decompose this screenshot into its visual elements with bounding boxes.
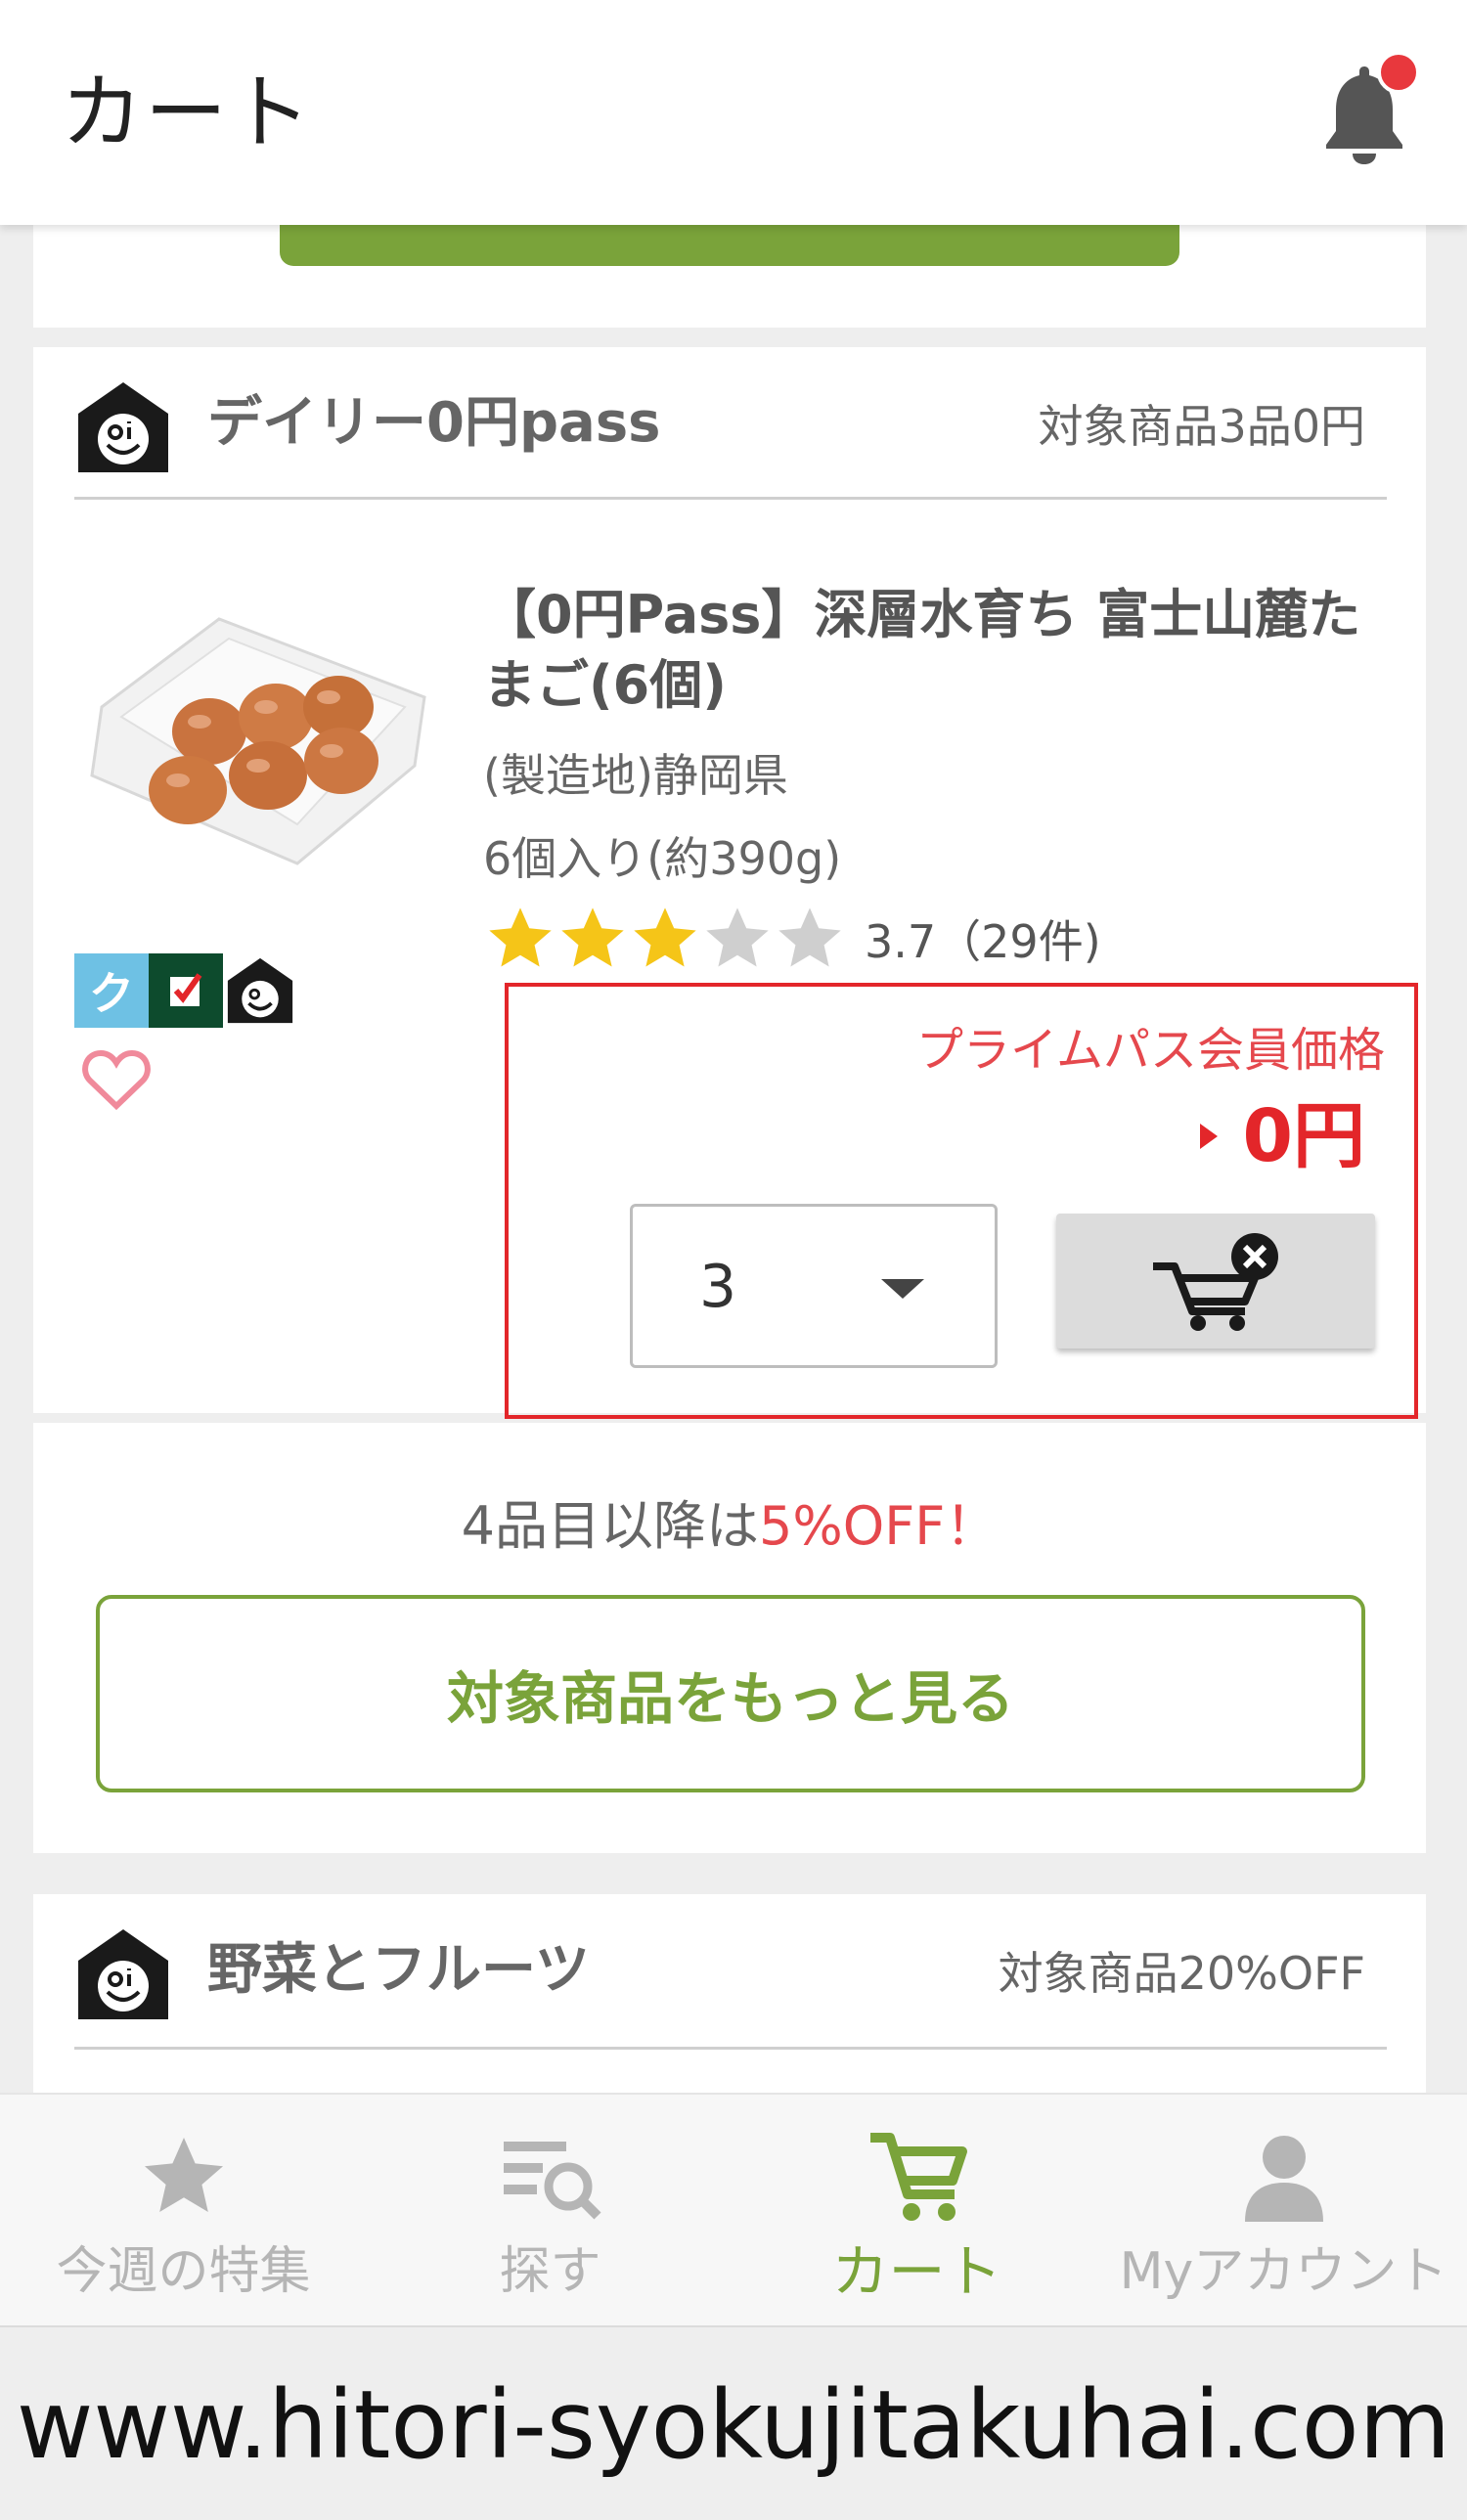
promo-text: 4品目以降は5%OFF！ xyxy=(33,1487,1426,1566)
promo-highlight: 5%OFF！ xyxy=(759,1495,999,1557)
partial-green-button[interactable] xyxy=(280,225,1179,266)
nav-label: Myアカウント xyxy=(1119,2242,1448,2301)
vegetable-fruit-card: 野菜とフルーツ 対象商品20%OFF xyxy=(33,1894,1426,2100)
app-header: カート xyxy=(0,0,1467,225)
product-origin: (製造地)静岡県 xyxy=(483,749,788,802)
egg-product-image[interactable] xyxy=(72,580,444,873)
oisix-badge-icon xyxy=(223,953,297,1028)
price-row: 0円 xyxy=(1199,1092,1366,1180)
quantity-select[interactable]: 3 xyxy=(630,1204,998,1368)
product-size: 6個入り(約390g) xyxy=(483,832,842,885)
nav-label: 探す xyxy=(499,2242,601,2301)
cart-remove-icon xyxy=(1153,1233,1278,1331)
nav-label: 今週の特集 xyxy=(56,2242,311,2301)
rating: 3.7（29件) xyxy=(483,900,1101,978)
previous-section-card xyxy=(33,225,1426,328)
search-list-icon xyxy=(503,2142,601,2220)
heart-icon[interactable] xyxy=(82,1049,151,1110)
star-empty-icon xyxy=(778,907,841,967)
price-highlight-box: プライムパス会員価格 0円 3 xyxy=(505,983,1418,1419)
section-title: デイリー0円pass xyxy=(207,391,661,455)
check-icon xyxy=(149,953,223,1028)
bottom-navigation: 今週の特集 探す カート Myアカウント xyxy=(0,2093,1467,2327)
quantity-value: 3 xyxy=(699,1253,737,1321)
star-empty-icon xyxy=(706,907,769,967)
price-value: 0円 xyxy=(1242,1094,1366,1178)
promo-prefix: 4品目以降は xyxy=(461,1495,760,1557)
star-icon xyxy=(489,907,552,967)
see-more-button[interactable]: 対象商品をもっと見る xyxy=(96,1595,1365,1792)
oisix-logo-icon xyxy=(78,382,168,472)
account-icon xyxy=(1244,2136,1323,2222)
rating-text: 3.7（29件) xyxy=(865,915,1101,968)
product-name[interactable]: 【0円Pass】深層水育ち 富士山麓たまご(6個) xyxy=(483,580,1402,721)
oisix-logo-icon xyxy=(78,1929,168,2019)
price-label: プライムパス会員価格 xyxy=(915,1023,1385,1078)
section-note: 対象商品20%OFF xyxy=(998,1947,1365,2000)
chevron-down-icon xyxy=(881,1279,924,1299)
nav-label: カート xyxy=(831,2238,1002,2305)
more-products-card: 4品目以降は5%OFF！ 対象商品をもっと見る xyxy=(33,1423,1426,1853)
nav-search[interactable]: 探す xyxy=(367,2130,734,2316)
notification-dot xyxy=(1377,51,1420,94)
daily-pass-card: デイリー0円pass 対象商品3品0円 ク 【0円Pass】深層水育ち 富士山麓… xyxy=(33,347,1426,1419)
star-icon xyxy=(561,907,624,967)
nav-my-account[interactable]: Myアカウント xyxy=(1100,2130,1467,2316)
section-header: デイリー0円pass 対象商品3品0円 xyxy=(74,347,1387,500)
star-icon xyxy=(144,2138,223,2212)
product-badges: ク xyxy=(74,953,297,1028)
kurashi-badge: ク xyxy=(74,953,149,1028)
triangle-icon xyxy=(1199,1124,1218,1149)
page-title: カート xyxy=(61,65,314,160)
cart-icon xyxy=(869,2133,967,2221)
section-title: 野菜とフルーツ xyxy=(207,1938,590,2002)
star-icon xyxy=(634,907,696,967)
watermark-text: www.hitori-syokujitakuhai.com xyxy=(16,2370,1451,2480)
nav-cart[interactable]: カート xyxy=(734,2130,1100,2316)
nav-weekly-feature[interactable]: 今週の特集 xyxy=(0,2130,367,2316)
remove-from-cart-button[interactable] xyxy=(1056,1214,1375,1348)
section-header: 野菜とフルーツ 対象商品20%OFF xyxy=(74,1894,1387,2050)
section-note: 対象商品3品0円 xyxy=(1038,400,1365,453)
